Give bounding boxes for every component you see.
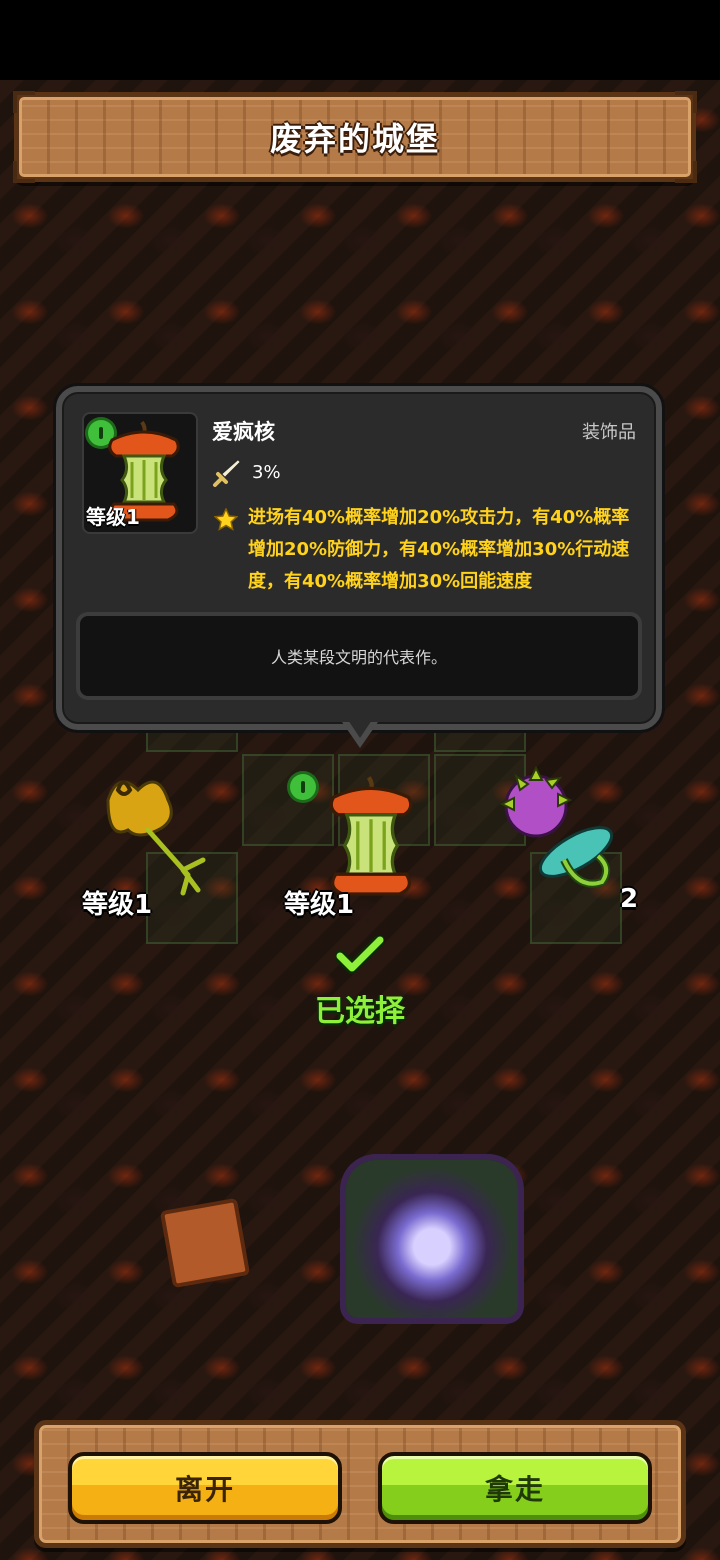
checkmark-icon	[336, 936, 384, 974]
gear-badge-icon	[290, 774, 316, 800]
sword-icon	[213, 457, 243, 487]
selected-label: 已选择	[315, 994, 405, 1029]
leave-button[interactable]: 离开	[68, 1452, 342, 1524]
reward-choice-golden-root[interactable]: 等级1	[78, 760, 228, 940]
reward-choice-apple-core[interactable]: 等级1	[280, 760, 430, 940]
page-title: 废弃的城堡	[269, 120, 440, 158]
take-button[interactable]: 拿走	[378, 1452, 652, 1524]
item-thumbnail: 等级1	[82, 412, 198, 534]
item-description: 人类某段文明的代表作。	[76, 612, 642, 700]
portal-gate	[346, 1160, 518, 1318]
stat-value: 3%	[252, 461, 281, 483]
attack-stat: 3%	[212, 456, 281, 488]
item-name: 爱疯核	[212, 420, 275, 444]
wooden-totem	[159, 1197, 251, 1289]
item-type: 装饰品	[582, 422, 636, 443]
reward-choice-spiked-mace[interactable]: 2	[494, 760, 644, 940]
spiked-mace-icon	[499, 765, 614, 888]
golden-root-icon	[106, 780, 206, 896]
item-level: 等级1	[86, 505, 140, 529]
choice-level: 等级1	[82, 890, 153, 920]
choice-level: 等级1	[284, 890, 355, 920]
item-effect: 进场有40%概率增加20%攻击力，有40%概率增加20%防御力，有40%概率增加…	[214, 502, 640, 598]
choice-count: 2	[620, 884, 639, 914]
tooltip-pointer-inner	[348, 720, 372, 738]
title-banner: 废弃的城堡	[13, 91, 697, 183]
effect-text: 进场有40%概率增加20%攻击力，有40%概率增加20%防御力，有40%概率增加…	[248, 507, 630, 592]
star-icon	[214, 508, 238, 531]
item-tooltip: 等级1 爱疯核 装饰品 3% 进场有40%概率增加20%攻击力，有40%概率增加…	[56, 386, 662, 730]
